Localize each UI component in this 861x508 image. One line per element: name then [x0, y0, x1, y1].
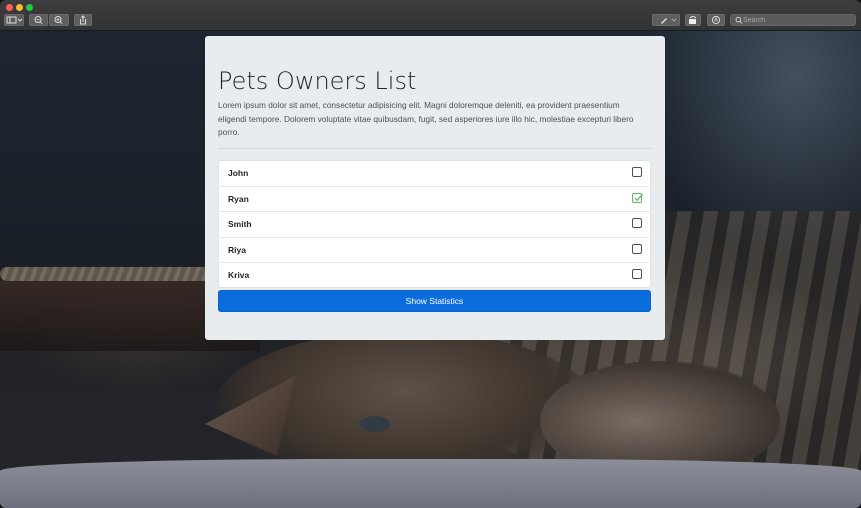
rotate-icon: [689, 16, 697, 24]
pen-icon: [661, 18, 677, 24]
zoom-out-icon: [34, 16, 43, 24]
list-item[interactable]: John: [219, 161, 650, 186]
lead-paragraph: Lorem ipsum dolor sit amet, consectetur …: [218, 100, 634, 137]
zoom-window-button[interactable]: [26, 4, 33, 11]
owner-checkbox[interactable]: [632, 268, 642, 279]
search-input[interactable]: [743, 15, 851, 25]
owner-name: Ryan: [228, 194, 249, 205]
page-title: Pets Owners List: [218, 67, 417, 95]
owner-name: Kriva: [228, 269, 250, 280]
markup-pen-button[interactable]: [652, 14, 680, 26]
minimize-window-button[interactable]: [16, 4, 23, 11]
sidebar-toggle-icon: [6, 16, 23, 24]
zoom-out-button[interactable]: [29, 14, 48, 26]
close-window-button[interactable]: [6, 4, 13, 11]
markup-icon: [711, 15, 721, 25]
share-icon: [80, 15, 86, 25]
owner-name: Riya: [228, 244, 246, 255]
owner-checkbox[interactable]: [632, 167, 642, 177]
list-item[interactable]: Ryan: [219, 186, 650, 211]
divider: [218, 148, 651, 149]
sidebar-toggle-button[interactable]: [4, 14, 24, 26]
owner-checkbox[interactable]: [632, 193, 643, 204]
toolbar: [0, 0, 861, 31]
jumbotron-card: Pets Owners List Lorem ipsum dolor sit a…: [205, 36, 665, 340]
list-item[interactable]: Kriva: [219, 261, 650, 287]
share-button[interactable]: [74, 14, 92, 26]
cat-eye: [360, 416, 390, 432]
owner-list: John Ryan Smith Riya Kriva: [218, 160, 651, 288]
chevron-down-icon: [17, 18, 23, 22]
search-icon: [735, 16, 743, 24]
blanket: [0, 459, 861, 508]
checkmark-icon: [634, 193, 643, 202]
zoom-in-icon: [54, 16, 63, 24]
owner-name: Smith: [228, 219, 252, 230]
search-field[interactable]: [730, 14, 856, 26]
owner-name: John: [228, 168, 249, 178]
show-statistics-button[interactable]: Show Statistics: [218, 290, 651, 312]
rotate-button[interactable]: [685, 14, 701, 26]
owner-checkbox[interactable]: [632, 218, 642, 229]
zoom-in-button[interactable]: [49, 14, 69, 26]
owner-checkbox[interactable]: [632, 243, 642, 254]
markup-toolbar-button[interactable]: [707, 14, 725, 26]
list-item[interactable]: Riya: [219, 236, 650, 262]
preview-window: Pets Owners List Lorem ipsum dolor sit a…: [0, 0, 861, 508]
list-item[interactable]: Smith: [219, 211, 650, 236]
rope: [0, 267, 230, 281]
